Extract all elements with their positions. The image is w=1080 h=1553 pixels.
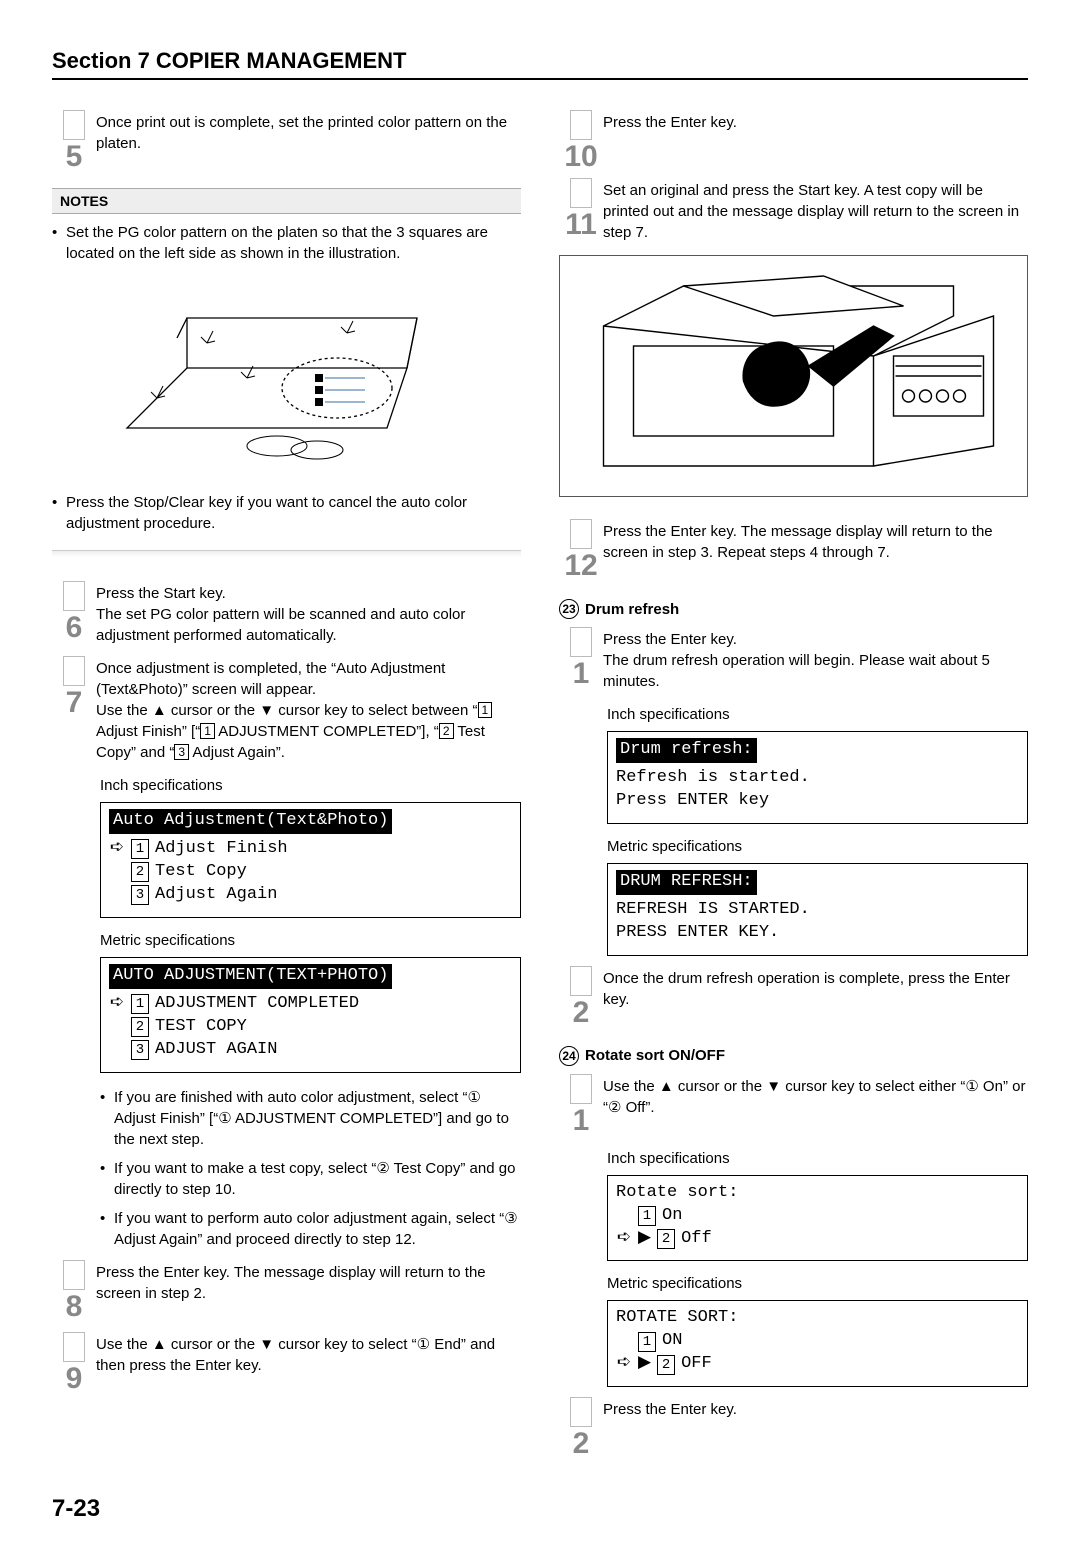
step-9: 9 Use the ▲ cursor or the ▼ cursor key t… xyxy=(52,1332,521,1394)
step-6: 6 Press the Start key. The set PG color … xyxy=(52,581,521,646)
right-column: 10 Press the Enter key. 11 Set an origin… xyxy=(559,110,1028,1465)
lcd-display: Auto Adjustment(Text&Photo) ➪1Adjust Fin… xyxy=(100,802,521,918)
step-5: 5 Once print out is complete, set the pr… xyxy=(52,110,521,172)
drum-step-1: 1 Press the Enter key. The drum refresh … xyxy=(559,627,1028,692)
step-8: 8 Press the Enter key. The message displ… xyxy=(52,1260,521,1322)
step-10: 10 Press the Enter key. xyxy=(559,110,1028,172)
copier-hand-illustration xyxy=(559,255,1028,497)
rotate-step-2: 2 Press the Enter key. xyxy=(559,1397,1028,1459)
subsection-rotate-sort: 24 Rotate sort ON/OFF xyxy=(559,1046,1028,1066)
lcd-display: DRUM REFRESH: REFRESH IS STARTED. PRESS … xyxy=(607,863,1028,956)
step-11: 11 Set an original and press the Start k… xyxy=(559,178,1028,243)
manual-page: Section 7 COPIER MANAGEMENT 5 Once print… xyxy=(0,0,1080,1553)
lcd-display: ROTATE SORT: 1ON ➪▶2OFF xyxy=(607,1300,1028,1387)
notes-heading: NOTES xyxy=(52,188,521,214)
note-text: Set the PG color pattern on the platen s… xyxy=(66,222,521,264)
platen-illustration xyxy=(52,278,521,478)
lcd-display: AUTO ADJUSTMENT(TEXT+PHOTO) ➪1ADJUSTMENT… xyxy=(100,957,521,1073)
subsection-drum-refresh: 23 Drum refresh xyxy=(559,599,1028,619)
inch-spec-label: Inch specifications xyxy=(100,775,521,796)
lcd-display: Drum refresh: Refresh is started. Press … xyxy=(607,731,1028,824)
left-column: 5 Once print out is complete, set the pr… xyxy=(52,110,521,1465)
rotate-step-1: 1 Use the ▲ cursor or the ▼ cursor key t… xyxy=(559,1074,1028,1136)
step-7: 7 Once adjustment is completed, the “Aut… xyxy=(52,656,521,763)
drum-step-2: 2 Once the drum refresh operation is com… xyxy=(559,966,1028,1028)
bullet-text: If you want to perform auto color adjust… xyxy=(114,1208,521,1250)
step-12: 12 Press the Enter key. The message disp… xyxy=(559,519,1028,581)
two-column-layout: 5 Once print out is complete, set the pr… xyxy=(52,110,1028,1465)
metric-spec-label: Metric specifications xyxy=(100,930,521,951)
bullet-text: If you are finished with auto color adju… xyxy=(114,1087,521,1150)
lcd-display: Rotate sort: 1On ➪▶2Off xyxy=(607,1175,1028,1262)
page-number: 7-23 xyxy=(52,1495,1028,1523)
bullet-text: If you want to make a test copy, select … xyxy=(114,1158,521,1200)
section-heading: Section 7 COPIER MANAGEMENT xyxy=(52,48,1028,80)
note-text: Press the Stop/Clear key if you want to … xyxy=(66,492,521,534)
